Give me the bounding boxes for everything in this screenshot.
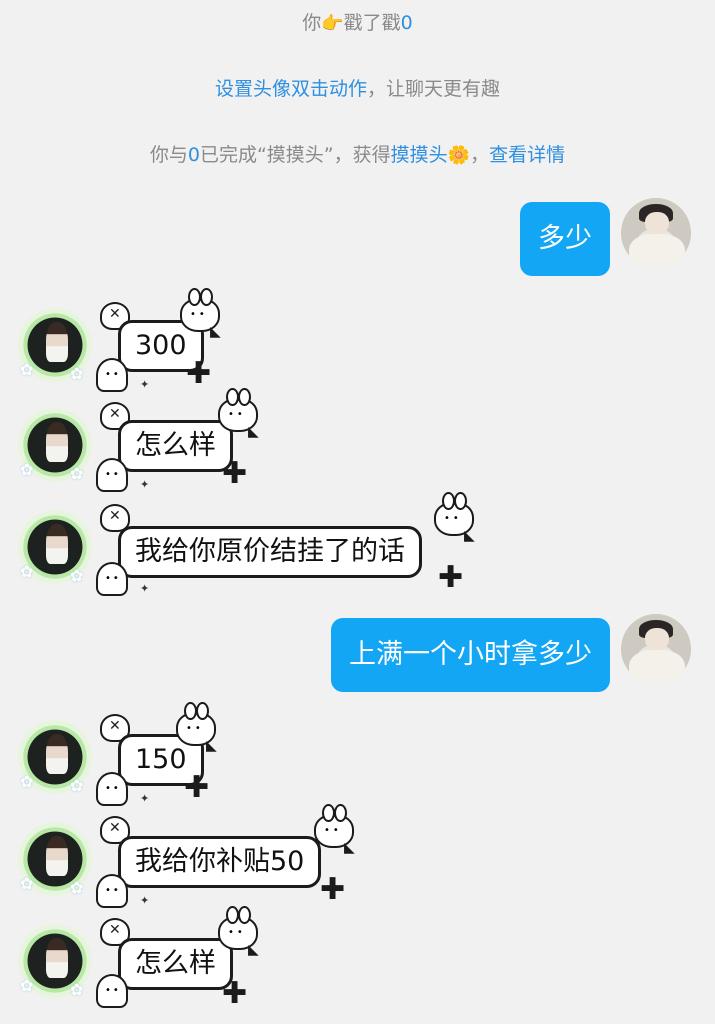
flower-icon: ✿: [20, 874, 34, 893]
bat-wing-icon: ◣: [206, 738, 217, 754]
contact-avatar[interactable]: ✿ ✿: [18, 408, 92, 483]
flower-icon: ✿: [70, 776, 84, 795]
avatar-face: [645, 628, 669, 650]
ghost-sticker-icon: ••: [96, 458, 128, 492]
avatar-scarf: [629, 650, 685, 684]
sparkle-icon: ✦: [140, 478, 150, 491]
contact-avatar[interactable]: ✿ ✿: [18, 924, 92, 999]
pointing-hand-icon: 👉: [321, 13, 344, 34]
avatar-figure: [46, 422, 68, 462]
flower-icon: ✿: [70, 566, 84, 585]
poke-action: 戳了戳: [343, 12, 401, 34]
contact-avatar[interactable]: ✿ ✿: [18, 720, 92, 795]
ghost-sticker-icon: ••: [96, 772, 128, 806]
poke-target[interactable]: 0: [401, 12, 413, 34]
sparkle-icon: ✦: [140, 894, 150, 907]
cross-icon: ✚: [184, 770, 210, 805]
contact-avatar[interactable]: ✿ ✿: [18, 308, 92, 383]
ghost-sticker-icon: ••: [96, 874, 128, 908]
cross-icon: ✚: [320, 872, 346, 907]
flower-icon: ✿: [20, 772, 34, 791]
view-details-link[interactable]: 查看详情: [489, 144, 565, 166]
avatar-figure: [46, 734, 68, 774]
flower-icon: ✿: [70, 878, 84, 897]
received-message-bubble[interactable]: 我给你原价结挂了的话: [118, 526, 422, 578]
avatar-figure: [46, 524, 68, 564]
badge-link[interactable]: 摸摸头: [391, 144, 448, 166]
achievement-text: 已完成“摸摸头”，获得: [199, 144, 391, 166]
cross-icon: ✚: [186, 356, 212, 391]
bat-wing-icon: ◣: [464, 528, 475, 544]
avatar-figure: [46, 836, 68, 876]
received-message-bubble[interactable]: 我给你补贴50: [118, 836, 322, 888]
sparkle-icon: ✦: [140, 792, 150, 805]
sparkle-icon: ✦: [140, 582, 150, 595]
achievement-prefix: 你与: [149, 144, 188, 166]
ghost-sticker-icon: ••: [96, 358, 128, 392]
poke-prefix: 你: [302, 12, 322, 34]
avatar-figure: [46, 938, 68, 978]
my-avatar[interactable]: [621, 198, 691, 268]
flower-icon: ✿: [70, 464, 84, 483]
avatar-figure: [46, 322, 68, 362]
flower-icon: ✿: [70, 364, 84, 383]
sent-message-bubble[interactable]: 多少: [520, 202, 610, 276]
cross-icon: ✚: [222, 976, 248, 1011]
contact-avatar[interactable]: ✿ ✿: [18, 822, 92, 897]
flower-icon: ✿: [20, 360, 34, 379]
ghost-sticker-icon: ••: [96, 974, 128, 1008]
avatar-hint-text: ，让聊天更有趣: [367, 78, 501, 100]
badge-flower-icon: 🌼: [447, 145, 471, 166]
flower-icon: ✿: [20, 562, 34, 581]
achievement-notice: 你与0已完成“摸摸头”，获得摸摸头🌼，查看详情: [0, 140, 715, 167]
avatar-action-hint: 设置头像双击动作，让聊天更有趣: [0, 74, 715, 101]
sparkle-icon: ✦: [140, 378, 150, 391]
bat-wing-icon: ◣: [344, 840, 355, 856]
flower-icon: ✿: [70, 980, 84, 999]
poke-notice: 你👉戳了戳0: [0, 8, 715, 35]
avatar-face: [645, 212, 669, 234]
sent-message-bubble[interactable]: 上满一个小时拿多少: [331, 618, 610, 692]
my-avatar[interactable]: [621, 614, 691, 684]
set-avatar-action-link[interactable]: 设置头像双击动作: [215, 78, 367, 100]
flower-icon: ✿: [20, 976, 34, 995]
ghost-sticker-icon: ••: [96, 562, 128, 596]
contact-avatar[interactable]: ✿ ✿: [18, 510, 92, 585]
received-message-bubble[interactable]: 怎么样: [118, 938, 233, 990]
flower-icon: ✿: [20, 460, 34, 479]
bat-wing-icon: ◣: [210, 324, 221, 340]
cross-icon: ✚: [438, 560, 464, 595]
bat-wing-icon: ◣: [248, 424, 259, 440]
cross-icon: ✚: [222, 456, 248, 491]
achievement-separator: ，: [470, 144, 490, 166]
bat-wing-icon: ◣: [248, 942, 259, 958]
achievement-target[interactable]: 0: [188, 144, 200, 166]
received-message-bubble[interactable]: 怎么样: [118, 420, 233, 472]
avatar-scarf: [629, 234, 685, 268]
